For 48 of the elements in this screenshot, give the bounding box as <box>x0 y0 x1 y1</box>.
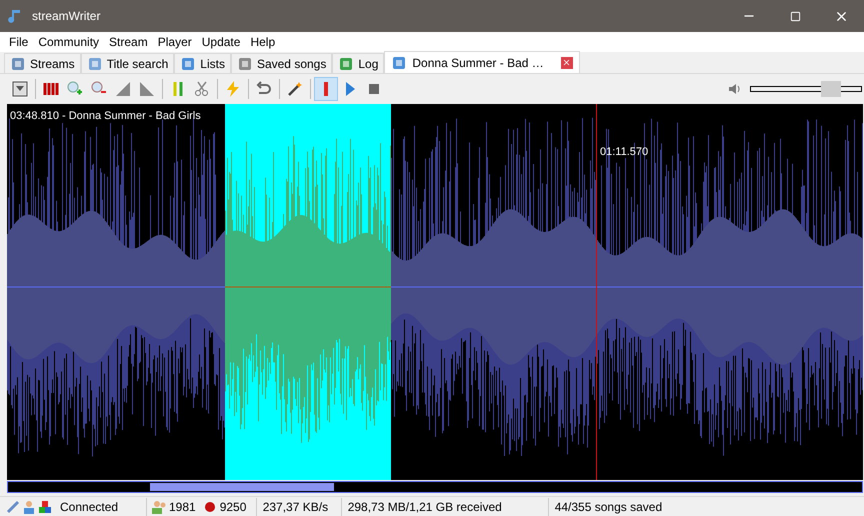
listener-count: 1981 <box>169 498 196 516</box>
cursor-time: 01:11.570 <box>600 145 648 160</box>
users-icon <box>151 500 167 514</box>
toolbar-button[interactable] <box>314 77 338 101</box>
tab-label: Lists <box>200 56 225 72</box>
speaker-icon <box>728 83 742 95</box>
tab[interactable]: Streams <box>4 53 81 73</box>
received-amount: 298,73 MB/1,21 GB received <box>348 498 503 516</box>
tab[interactable]: Donna Summer - Bad … <box>384 51 580 73</box>
tab-label: Donna Summer - Bad … <box>412 54 544 72</box>
user-icon <box>22 500 36 514</box>
tab-close-button[interactable] <box>560 56 573 68</box>
menu-item[interactable]: File <box>4 33 34 51</box>
tab[interactable]: Lists <box>174 53 231 73</box>
menu-item[interactable]: Player <box>152 33 197 51</box>
tab[interactable]: Title search <box>80 53 174 73</box>
bars-icon <box>43 81 59 97</box>
undo-icon <box>256 81 272 97</box>
songs-saved: 44/355 songs saved <box>554 498 662 516</box>
menu-item[interactable]: Stream <box>104 33 153 51</box>
tab[interactable]: Saved songs <box>230 53 332 73</box>
blocks-icon <box>38 500 52 514</box>
scrollbar[interactable] <box>7 481 863 493</box>
tab[interactable]: Log <box>332 53 384 73</box>
maximize-icon <box>790 10 800 22</box>
connection-status: Connected <box>60 498 120 516</box>
lightning-icon <box>225 81 241 97</box>
slider-thumb[interactable] <box>820 81 841 97</box>
window-title: streamWriter <box>32 8 100 25</box>
fade-in-icon <box>115 81 131 97</box>
record-dot-icon <box>204 500 216 512</box>
tab-label: Saved songs <box>256 56 326 72</box>
tab-label: Log <box>358 56 378 72</box>
tab-label: Title search <box>106 56 168 72</box>
zoom-in-icon <box>67 81 83 97</box>
menu-item[interactable]: Help <box>245 33 280 51</box>
menu-item[interactable]: Update <box>196 33 246 51</box>
recording-count: 9250 <box>220 498 248 516</box>
speed: 237,37 KB/s <box>262 498 330 516</box>
stop-icon <box>366 81 382 97</box>
menu-item[interactable]: Community <box>33 33 104 51</box>
magic-wand-icon <box>287 81 303 97</box>
close-icon <box>562 58 572 67</box>
scrollbar-thumb[interactable] <box>150 483 334 491</box>
volume-slider[interactable] <box>750 81 862 97</box>
waveform-title: 03:48.810 - Donna Summer - Bad Girls <box>10 109 201 124</box>
tab-label: Streams <box>30 56 75 72</box>
fade-out-icon <box>139 81 155 97</box>
